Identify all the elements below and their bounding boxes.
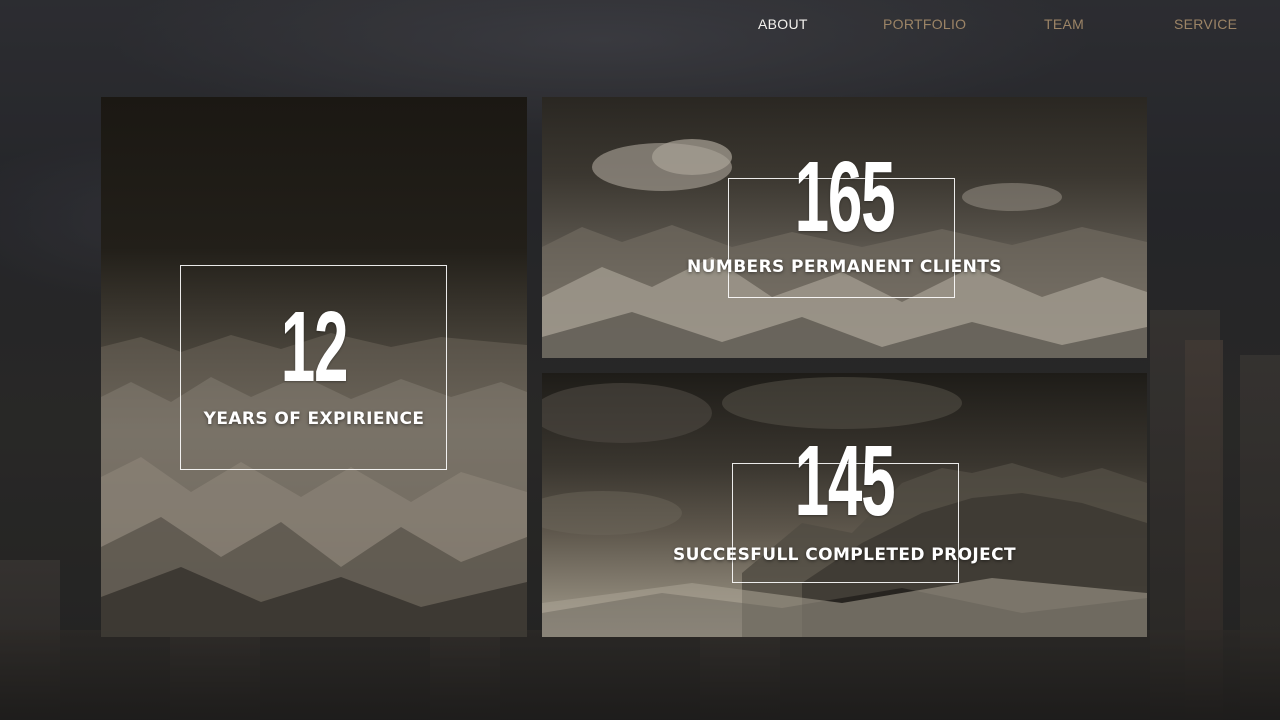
nav-service-link[interactable]: SERVICE (1174, 16, 1237, 32)
about-page: ABOUT PORTFOLIO TEAM SERVICE 12 YEARS OF… (0, 0, 1280, 720)
nav-portfolio-link[interactable]: PORTFOLIO (883, 16, 966, 32)
years-label: YEARS OF EXPIRIENCE (203, 409, 425, 429)
nav-team-link[interactable]: TEAM (1044, 16, 1084, 32)
years-number: 12 (280, 291, 349, 403)
nav-about-link[interactable]: ABOUT (758, 16, 808, 32)
years-stat-panel: 12 YEARS OF EXPIRIENCE (101, 97, 527, 637)
projects-stat-panel: 145 SUCCESFULL COMPLETED PROJECT (542, 373, 1147, 637)
clients-stat-panel: 165 NUMBERS PERMANENT CLIENTS (542, 97, 1147, 358)
projects-label: SUCCESFULL COMPLETED PROJECT (672, 545, 1017, 565)
top-navigation: ABOUT PORTFOLIO TEAM SERVICE (0, 0, 1280, 50)
projects-number: 145 (794, 425, 896, 537)
clients-number: 165 (794, 141, 896, 253)
clients-label: NUMBERS PERMANENT CLIENTS (687, 257, 1002, 277)
